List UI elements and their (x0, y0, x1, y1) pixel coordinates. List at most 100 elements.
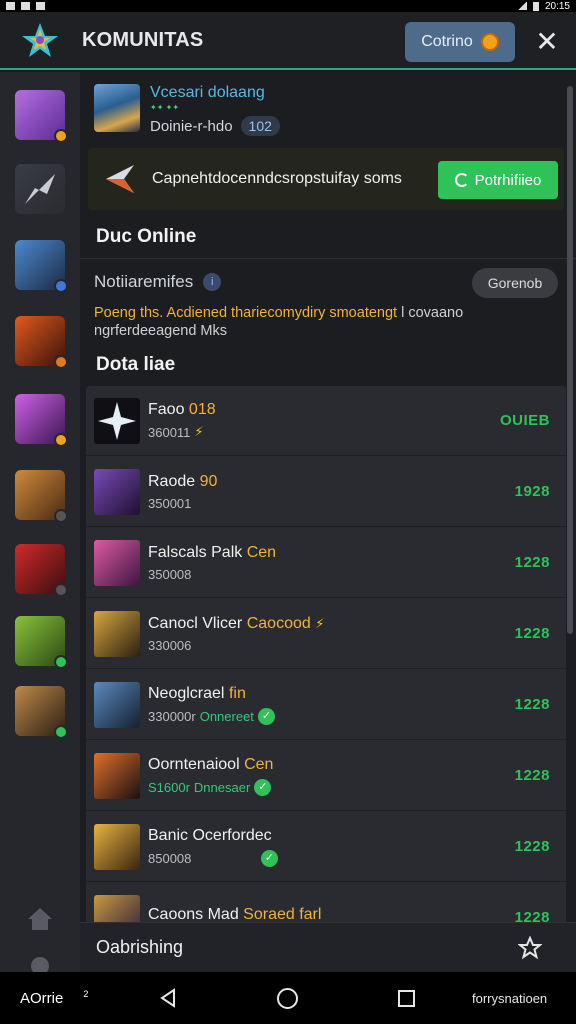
purple-knight-icon (94, 468, 140, 515)
close-button[interactable]: ✕ (530, 26, 564, 60)
close-icon: ✕ (535, 26, 559, 57)
list-item[interactable]: Canocl Vlicer Caocood ⚡ 330006 1228 (86, 599, 566, 669)
list-item[interactable]: Raode 90 350001 1928 (86, 457, 566, 527)
level-badge: 102 (240, 116, 280, 136)
star-pin-icon[interactable] (518, 935, 542, 960)
sidebar (0, 72, 80, 972)
armored-soldier-icon (94, 681, 140, 728)
list-item[interactable]: Falscals Palk Cen 350008 1228 (86, 528, 566, 598)
app-logo-icon[interactable] (16, 16, 64, 64)
badge-icon (54, 433, 68, 447)
row-value: 1228 (514, 625, 550, 642)
sidebar-item-purple-mage[interactable] (15, 90, 68, 143)
sidebar-item-dark-armor[interactable] (15, 686, 68, 739)
profile-name: Vcesari dolaang (150, 84, 265, 101)
page-title: KOMUNITAS (82, 28, 204, 51)
row-name-highlight: Caocood (246, 614, 311, 632)
bolt-icon: ⚡ (194, 424, 204, 439)
row-name: Oorntenaiool (148, 755, 240, 773)
coin-icon (480, 33, 499, 51)
notification-highlight: Poeng ths. Acdiened thariecomydiry smoat… (94, 305, 398, 321)
row-sub: 350008 (148, 566, 192, 582)
blade-icon (25, 174, 55, 204)
status-bar: 20:15 (0, 0, 576, 12)
check-icon: ✓ (254, 778, 272, 796)
row-name-highlight: 018 (188, 401, 216, 418)
notifications-panel: Notiiaremifes i Gorenob Poeng ths. Acdie… (94, 268, 564, 340)
sidebar-item-purple-lightning[interactable] (15, 394, 68, 447)
notifications-heading: Notiiaremifes (94, 272, 194, 291)
pink-hero-icon (94, 539, 140, 586)
banner-text: Capnehtdocenndcsropstuifay soms (152, 170, 402, 187)
row-sub: 850008 (148, 850, 192, 866)
profile-tagline: ✦✦ ✦✦ (150, 103, 180, 112)
white-star-burst-icon (94, 397, 140, 444)
row-sub: 350001 (148, 495, 192, 511)
row-sub: 330000r (148, 708, 196, 724)
notifications-button[interactable]: Gorenob (472, 268, 558, 298)
online-section-title: Duc Online (96, 226, 197, 247)
row-value: 1928 (514, 483, 550, 500)
banner-action-button[interactable]: Potrhifiieo (438, 161, 558, 199)
list-item[interactable]: Neoglcrael fin 330000r Onnereet ✓ 1228 (86, 670, 566, 740)
system-nav-bar: AOrrie 2 forrysnatioen (0, 972, 576, 1024)
row-value: 1228 (514, 696, 550, 713)
currency-button-label: Cotrino (421, 33, 473, 50)
battery-icon (532, 1, 539, 11)
badge-icon (54, 583, 68, 597)
info-icon[interactable]: i (203, 273, 222, 291)
settings-icon[interactable] (26, 952, 54, 972)
signal-icon (516, 2, 527, 10)
fire-blade-icon (94, 752, 140, 799)
recent-apps-icon[interactable] (398, 990, 415, 1007)
bottom-sheet[interactable]: Oabrishing (80, 922, 576, 972)
sidebar-item-red-assassin[interactable] (15, 544, 68, 597)
sidebar-item-bronze-knight[interactable] (15, 470, 68, 523)
notification-icon (36, 2, 45, 10)
row-name: Canocl Vlicer (148, 614, 243, 632)
scrollbar[interactable] (567, 86, 573, 634)
sidebar-item-green-sniper[interactable] (15, 616, 68, 669)
sidebar-item-mech-warrior[interactable] (15, 240, 68, 293)
row-name-highlight: fin (228, 684, 246, 702)
bolt-icon: ⚡ (315, 615, 325, 631)
check-icon: ✓ (260, 849, 278, 867)
list-item[interactable]: Oorntenaiool Cen S1600r Dnnesaer ✓ 1228 (86, 741, 566, 811)
row-name: Banic Ocerfordec (148, 826, 272, 844)
home-icon[interactable] (26, 906, 54, 932)
list-item[interactable]: Faoo 018 360011 ⚡ OUIEB (86, 386, 566, 456)
app-header: KOMUNITAS Cotrino ✕ (0, 12, 576, 70)
row-name: Raode (148, 472, 196, 490)
profile-card[interactable]: Vcesari dolaang ✦✦ ✦✦ Doinie-r-hdo 102 (94, 84, 280, 136)
notification-icons (6, 2, 45, 10)
badge-icon (54, 129, 68, 143)
notification-icon (21, 2, 30, 10)
row-sub: 360011 (148, 424, 191, 440)
badge-icon (54, 279, 68, 293)
status-time: 20:15 (544, 0, 570, 12)
sidebar-item-fire-demon[interactable] (15, 316, 68, 369)
straw-hat-hero-icon (94, 610, 140, 657)
row-name-highlight: Cen (244, 755, 274, 773)
back-icon[interactable] (158, 988, 178, 1008)
badge-icon (54, 509, 68, 523)
row-name: Caoons Mad (148, 906, 239, 923)
row-value: 1228 (514, 554, 550, 571)
row-name-highlight: Soraed farl (243, 906, 322, 923)
home-nav-icon[interactable] (277, 988, 298, 1009)
row-value: OUIEB (499, 412, 550, 429)
banner-button-label: Potrhifiieo (474, 171, 542, 189)
row-name: Neoglcrael (148, 684, 225, 702)
row-name-highlight: 90 (199, 472, 218, 490)
badge-icon (54, 355, 68, 369)
sidebar-item-silver-blade[interactable] (15, 164, 65, 214)
notification-icon (6, 2, 15, 10)
row-name-highlight: Cen (246, 543, 277, 561)
divider (80, 258, 576, 259)
list-item[interactable]: Banic Ocerfordec 850008 ✓ 1228 (86, 812, 566, 882)
hero-list: Faoo 018 360011 ⚡ OUIEB Raode 90 350001 1… (86, 386, 566, 972)
check-icon: ✓ (257, 707, 275, 725)
list-section-title: Dota liae (96, 354, 176, 375)
avatar (94, 84, 140, 132)
currency-button[interactable]: Cotrino (405, 22, 515, 62)
